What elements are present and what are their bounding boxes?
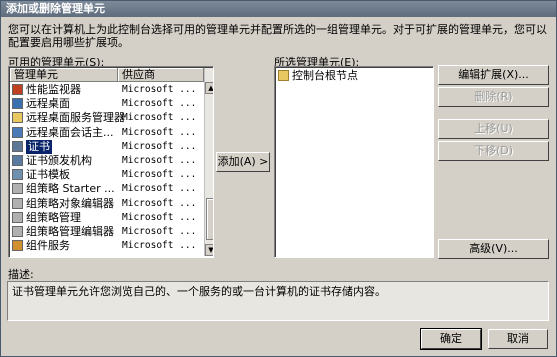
column-header-vendor[interactable]: 供应商 [118,68,204,82]
ok-button[interactable]: 确定 [420,328,482,350]
scroll-up-arrow-icon[interactable]: ▲ [205,82,213,94]
snapin-name: 组策略对象编辑器 [26,196,114,210]
dialog-title: 添加或删除管理单元 [1,1,556,17]
snapin-vendor: Microsoft ... [122,84,197,95]
snapin-row[interactable]: 证书 Microsoft ... [10,139,200,154]
snapin-name: 组策略管理编辑器 [26,225,114,238]
folder-icon [278,70,289,81]
column-header-name[interactable]: 管理单元 [10,68,118,82]
policy-mgmt-editor-icon [12,226,23,237]
snapin-vendor: Microsoft ... [122,183,197,195]
snapin-row[interactable]: 远程桌面 Microsoft ... [10,97,200,111]
snapin-row[interactable]: 组件服务 Microsoft ... [10,239,200,253]
snapin-name: 远程桌面 [26,97,70,111]
available-snapins-list[interactable]: 管理单元 供应商 性能监视器 Microsoft ... 远程桌面 Microsoft… [8,66,214,258]
snapin-name: 证书 [26,139,52,154]
snapin-row[interactable]: 证书模板 Microsoft ... [10,168,200,182]
description-box: 证书管理单元允许您浏览自己的、一个服务的或一台计算机的证书存储内容。 [7,281,549,321]
cert-template-icon [12,169,23,181]
snapin-name: 远程桌面会话主... [26,125,114,139]
remove-button[interactable]: 删除(R) [438,87,549,107]
snapin-row[interactable]: 组策略 Starter ... Microsoft ... [10,182,200,196]
move-down-button[interactable]: 下移(D) [438,141,549,161]
advanced-button[interactable]: 高级(V)... [438,239,549,259]
snapin-row[interactable]: 性能监视器 Microsoft ... [10,83,200,97]
snapin-vendor: Microsoft ... [122,226,197,237]
cert-authority-icon [12,155,23,166]
selected-snapins-list[interactable]: 控制台根节点 [274,66,434,258]
snapin-row[interactable]: 远程桌面会话主... Microsoft ... [10,126,200,140]
snapin-row[interactable]: 组策略对象编辑器 Microsoft ... [10,197,200,211]
edit-extensions-button[interactable]: 编辑扩展(X)... [438,65,549,85]
snapin-row[interactable]: 组策略管理编辑器 Microsoft ... [10,225,200,239]
snapin-row[interactable]: 远程桌面服务管理器 Microsoft ... [10,111,200,125]
scroll-thumb[interactable] [206,198,213,240]
component-services-icon [12,240,23,252]
snapin-name: 证书颁发机构 [26,154,92,167]
snapin-name: 性能监视器 [26,83,81,96]
policy-editor-icon [12,197,23,209]
move-up-button[interactable]: 上移(U) [438,119,549,139]
performance-icon [12,84,23,95]
snapin-name: 组策略管理 [26,210,81,224]
remote-desktop-icon [12,98,23,110]
snapin-name: 证书模板 [26,168,70,182]
add-remove-snapin-dialog: 添加或删除管理单元 您可以在计算机上为此控制台选择可用的管理单元并配置所选的一组… [0,0,557,357]
snapin-vendor: Microsoft ... [122,211,197,223]
snapin-row[interactable]: 证书颁发机构 Microsoft ... [10,154,200,168]
certificate-icon [12,140,23,152]
intro-text: 您可以在计算机上为此控制台选择可用的管理单元并配置所选的一组管理单元。对于可扩展… [8,23,547,49]
snapin-vendor: Microsoft ... [122,197,197,209]
snapin-name: 远程桌面服务管理器 [26,111,125,125]
snapin-vendor: Microsoft ... [122,140,197,152]
policy-mgmt-icon [12,211,23,223]
scroll-down-arrow-icon[interactable]: ▼ [205,244,213,256]
snapin-name: 组件服务 [26,239,70,253]
snapin-vendor: Microsoft ... [122,98,197,110]
snapin-vendor: Microsoft ... [122,155,197,166]
add-button[interactable]: 添加(A) > [216,152,270,172]
policy-icon [12,183,23,195]
cancel-button[interactable]: 取消 [488,329,548,349]
snapin-vendor: Microsoft ... [122,240,197,252]
snapin-row[interactable]: 组策略管理 Microsoft ... [10,211,200,225]
list-item[interactable]: 控制台根节点 [276,69,426,83]
session-host-icon [12,126,23,138]
list-scrollbar[interactable]: ▲ ▼ [204,68,213,256]
snapin-vendor: Microsoft ... [122,126,197,138]
snapin-vendor: Microsoft ... [122,112,197,124]
snapin-vendor: Microsoft ... [122,169,197,181]
folder-icon [12,112,23,124]
snapin-name: 组策略 Starter ... [26,182,115,196]
description-label: 描述: [8,268,34,281]
